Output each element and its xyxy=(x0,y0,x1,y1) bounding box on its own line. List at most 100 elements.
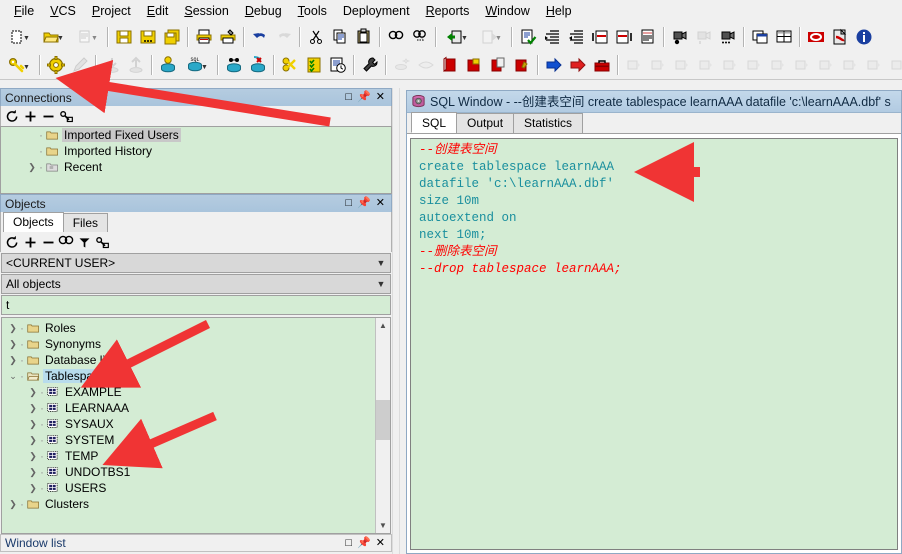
close-icon[interactable]: ✕ xyxy=(376,92,385,103)
cut-icon[interactable] xyxy=(304,25,328,49)
tree-item-undotbs1[interactable]: ❯ · UNDOTBS1 xyxy=(2,464,375,480)
import-icon[interactable]: ▼ xyxy=(440,25,474,49)
find-icon[interactable] xyxy=(57,233,75,251)
syntax-check-icon[interactable] xyxy=(516,25,540,49)
chevron-right-icon[interactable]: ❯ xyxy=(26,451,40,462)
sql-editor[interactable]: --创建表空间 create tablespace learnAAA datafil… xyxy=(410,138,898,550)
open-folder-icon[interactable]: ▼ xyxy=(36,25,70,49)
remove-icon[interactable] xyxy=(39,233,57,251)
book-red-icon[interactable] xyxy=(438,53,462,77)
chevron-right-icon[interactable]: ❯ xyxy=(6,355,20,366)
book-open-icon[interactable] xyxy=(462,53,486,77)
objects-tree-scrollbar[interactable]: ▲ ▼ xyxy=(375,318,390,533)
toolbox-icon[interactable] xyxy=(590,53,614,77)
chevron-right-icon[interactable]: ❯ xyxy=(6,499,20,510)
tree-item-database-links[interactable]: ❯ · Database links xyxy=(2,352,375,368)
connections-tree[interactable]: · Imported Fixed Users · Imported History ❯ ·… xyxy=(0,126,392,194)
new-icon[interactable]: ▼ xyxy=(2,25,36,49)
tree-item-imported-fixed-users[interactable]: · Imported Fixed Users xyxy=(1,127,391,143)
maximize-icon[interactable]: □ xyxy=(345,537,352,549)
filter-icon[interactable] xyxy=(75,233,93,251)
edit-connection-icon[interactable] xyxy=(57,107,75,125)
macro-options-icon[interactable] xyxy=(716,25,740,49)
uncomment-icon[interactable] xyxy=(612,25,636,49)
gear-preferences-icon[interactable] xyxy=(44,53,68,77)
chevron-down-icon[interactable]: ▼ xyxy=(461,35,468,42)
indent-icon[interactable] xyxy=(540,25,564,49)
tile-windows-icon[interactable] xyxy=(772,25,796,49)
tab-objects[interactable]: Objects xyxy=(3,212,64,232)
tree-item-sysaux[interactable]: ❯ · SYSAUX xyxy=(2,416,375,432)
save-as-icon[interactable] xyxy=(136,25,160,49)
menu-item-reports[interactable]: Reports xyxy=(418,2,478,20)
add-icon[interactable] xyxy=(21,233,39,251)
menu-item-project[interactable]: Project xyxy=(84,2,139,20)
run-red-icon[interactable] xyxy=(566,53,590,77)
outdent-icon[interactable] xyxy=(564,25,588,49)
chevron-down-icon[interactable]: ▼ xyxy=(23,64,30,71)
tree-item-learnaaa[interactable]: ❯ · LEARNAAA xyxy=(2,400,375,416)
menu-item-deployment[interactable]: Deployment xyxy=(335,2,418,20)
find-next-icon[interactable] xyxy=(408,25,432,49)
close-icon[interactable]: ✕ xyxy=(376,198,385,209)
chevron-right-icon[interactable]: ❯ xyxy=(25,162,39,173)
explain-plan-icon[interactable] xyxy=(222,53,246,77)
key-login-icon[interactable]: ▼ xyxy=(2,53,36,77)
scroll-down-icon[interactable]: ▼ xyxy=(376,518,390,533)
chevron-down-icon[interactable]: ▼ xyxy=(201,64,208,71)
step-forward-blue-icon[interactable] xyxy=(542,53,566,77)
menu-item-debug[interactable]: Debug xyxy=(237,2,290,20)
menu-item-file[interactable]: File xyxy=(6,2,42,20)
checklist-icon[interactable] xyxy=(302,53,326,77)
add-icon[interactable] xyxy=(21,107,39,125)
print-setup-icon[interactable] xyxy=(216,25,240,49)
cascade-windows-icon[interactable] xyxy=(748,25,772,49)
object-filter-select[interactable]: All objects ▼ xyxy=(1,274,391,294)
chevron-right-icon[interactable]: ❯ xyxy=(26,435,40,446)
tree-item-tablespaces[interactable]: ⌄ · Tablespaces xyxy=(2,368,375,384)
menu-item-help[interactable]: Help xyxy=(538,2,580,20)
refresh-icon[interactable] xyxy=(3,107,21,125)
menu-item-session[interactable]: Session xyxy=(176,2,236,20)
menu-item-window[interactable]: Window xyxy=(477,2,537,20)
remove-icon[interactable] xyxy=(39,107,57,125)
menu-item-edit[interactable]: Edit xyxy=(139,2,177,20)
tree-item-system[interactable]: ❯ · SYSTEM xyxy=(2,432,375,448)
close-icon[interactable]: ✕ xyxy=(376,537,385,549)
template-icon[interactable] xyxy=(636,25,660,49)
chevron-right-icon[interactable]: ❯ xyxy=(6,323,20,334)
comment-icon[interactable] xyxy=(588,25,612,49)
pin-icon[interactable]: 📌 xyxy=(357,537,371,549)
find-icon[interactable] xyxy=(384,25,408,49)
chevron-down-icon[interactable]: ▼ xyxy=(495,35,502,42)
chevron-down-icon[interactable]: ▼ xyxy=(91,35,98,42)
pdf-icon[interactable] xyxy=(828,25,852,49)
menu-item-vcs[interactable]: VCS xyxy=(42,2,84,20)
save-icon[interactable] xyxy=(112,25,136,49)
chevron-down-icon[interactable]: ▼ xyxy=(57,35,64,42)
user-select[interactable]: <CURRENT USER> ▼ xyxy=(1,253,391,273)
pin-icon[interactable]: 📌 xyxy=(357,198,371,209)
copy-icon[interactable] xyxy=(328,25,352,49)
chevron-right-icon[interactable]: ❯ xyxy=(26,467,40,478)
maximize-icon[interactable]: □ xyxy=(345,198,352,209)
paste-icon[interactable] xyxy=(352,25,376,49)
tree-item-example[interactable]: ❯ · EXAMPLE xyxy=(2,384,375,400)
refresh-icon[interactable] xyxy=(3,233,21,251)
dock-splitter[interactable] xyxy=(392,88,400,554)
chevron-right-icon[interactable]: ❯ xyxy=(26,387,40,398)
chevron-down-icon[interactable]: ▼ xyxy=(23,35,30,42)
sql-window-icon[interactable]: SQL ▼ xyxy=(180,53,214,77)
tab-sql[interactable]: SQL xyxy=(411,112,458,133)
chevron-down-icon[interactable]: ⌄ xyxy=(6,371,20,382)
objects-tree[interactable]: ❯ · Roles ❯ · Synonyms ❯ · Database links ⌄ · Table… xyxy=(2,318,375,533)
keys-icon[interactable] xyxy=(278,53,302,77)
maximize-icon[interactable]: □ xyxy=(345,92,352,103)
tree-item-temp[interactable]: ❯ · TEMP xyxy=(2,448,375,464)
print-icon[interactable] xyxy=(192,25,216,49)
chevron-right-icon[interactable]: ❯ xyxy=(26,419,40,430)
scroll-thumb[interactable] xyxy=(376,399,390,441)
kill-session-icon[interactable] xyxy=(246,53,270,77)
about-icon[interactable] xyxy=(852,25,876,49)
undo-icon[interactable] xyxy=(248,25,272,49)
